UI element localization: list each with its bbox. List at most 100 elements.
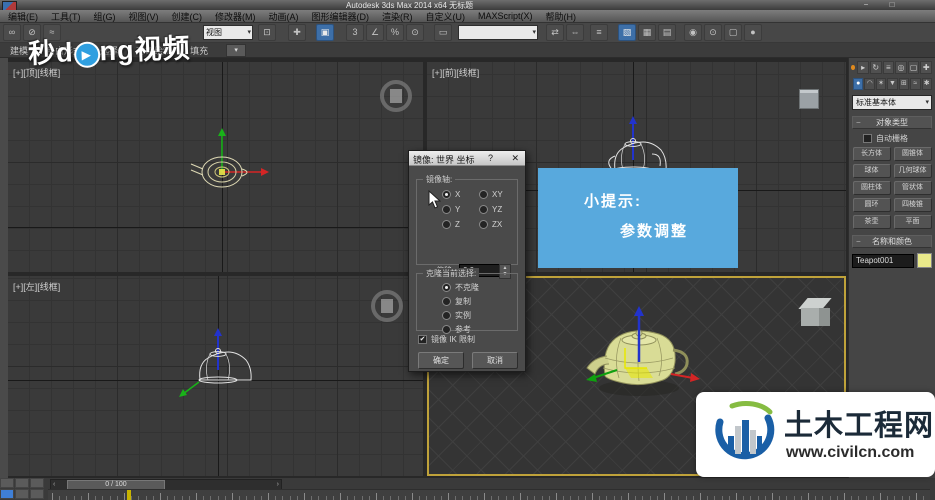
teapot-top-view[interactable] <box>167 122 277 222</box>
primitive-button[interactable]: 平面 <box>893 215 932 229</box>
menu-item[interactable]: 自定义(U) <box>426 10 466 23</box>
rendered-frame-icon[interactable]: ▢ <box>724 24 742 41</box>
layout-cell[interactable] <box>15 478 29 488</box>
percent-snap-icon[interactable]: % <box>386 24 404 41</box>
layout-cell-active[interactable] <box>0 489 14 499</box>
material-editor-icon[interactable]: ◉ <box>684 24 702 41</box>
align-icon[interactable]: ⇔ <box>566 24 584 41</box>
reference-coordinate-dropdown[interactable]: 视图 ▾ <box>203 25 253 40</box>
viewport-layout-buttons[interactable] <box>0 478 44 499</box>
ribbon-tab[interactable]: 建模 <box>10 44 28 57</box>
cancel-button[interactable]: 取消 <box>472 352 518 369</box>
viewcube-icon[interactable] <box>371 290 403 322</box>
clone-option-radio[interactable]: 实例 <box>442 310 471 321</box>
primitive-category-dropdown[interactable]: 标准基本体 ▾ <box>852 95 932 110</box>
select-and-move-icon[interactable]: ✚ <box>288 24 306 41</box>
clone-option-radio[interactable]: 不克隆 <box>442 282 479 293</box>
primitive-button[interactable]: 几何球体 <box>893 164 932 178</box>
hierarchy-tab-icon[interactable]: ≡ <box>882 61 895 74</box>
name-color-rollout[interactable]: − 名称和颜色 <box>852 235 932 248</box>
create-tab-icon[interactable]: ▸ <box>857 61 869 74</box>
graphite-ribbon-toggle-icon[interactable]: ▧ <box>618 24 636 41</box>
viewcube-icon[interactable] <box>798 298 833 328</box>
layout-cell[interactable] <box>15 489 29 499</box>
mirror-plane-radio-yz[interactable]: YZ <box>479 205 502 214</box>
primitive-button[interactable]: 球体 <box>852 164 891 178</box>
select-and-link-icon[interactable]: ∞ <box>3 24 21 41</box>
mirror-plane-radio-zx[interactable]: ZX <box>479 220 502 229</box>
teapot-left-view[interactable] <box>173 318 263 408</box>
mirror-ik-checkbox[interactable]: ✔ <box>418 335 427 344</box>
viewcube-icon[interactable] <box>799 89 819 109</box>
select-and-manipulate-icon[interactable]: ▣ <box>316 24 334 41</box>
menu-item[interactable]: 创建(C) <box>172 10 203 23</box>
maximize-button[interactable]: □ <box>879 0 905 9</box>
menu-item[interactable]: 视图(V) <box>129 10 159 23</box>
mirror-icon[interactable]: ⇄ <box>546 24 564 41</box>
mirror-axis-radio-z[interactable]: Z <box>442 220 460 229</box>
minimize-button[interactable]: − <box>853 0 879 9</box>
viewport-left-label[interactable]: [+][左][线框] <box>13 280 60 293</box>
object-type-rollout[interactable]: − 对象类型 <box>852 116 932 129</box>
viewport-left[interactable]: [+][左][线框] <box>8 276 423 476</box>
menu-item[interactable]: MAXScript(X) <box>478 11 533 21</box>
modify-tab-icon[interactable]: ↻ <box>869 61 882 74</box>
spacewarps-icon[interactable]: ≈ <box>910 78 921 90</box>
primitive-button[interactable]: 四棱锥 <box>893 198 932 212</box>
primitive-button[interactable]: 长方体 <box>852 147 891 161</box>
autogrid-checkbox[interactable] <box>863 134 872 143</box>
render-setup-icon[interactable]: ⊙ <box>704 24 722 41</box>
spinner-snap-icon[interactable]: ⊙ <box>406 24 424 41</box>
lights-icon[interactable]: ✶ <box>875 78 887 90</box>
viewcube-icon[interactable] <box>380 80 412 112</box>
primitive-button[interactable]: 管状体 <box>893 181 932 195</box>
help-icon[interactable]: ? <box>488 153 493 163</box>
track-bar-ruler[interactable] <box>48 489 930 500</box>
render-production-icon[interactable]: ● <box>744 24 762 41</box>
curve-editor-icon[interactable]: ▦ <box>638 24 656 41</box>
mirror-axis-radio-y[interactable]: Y <box>442 205 460 214</box>
viewport-front-label[interactable]: [+][前][线框] <box>432 66 479 79</box>
menu-item[interactable]: 编辑(E) <box>8 10 38 23</box>
use-pivot-center-icon[interactable]: ⊡ <box>258 24 276 41</box>
ribbon-tab[interactable]: 填充 <box>190 44 208 57</box>
menu-item[interactable]: 工具(T) <box>51 10 81 23</box>
angle-snap-icon[interactable]: ∠ <box>366 24 384 41</box>
systems-icon[interactable]: ✱ <box>921 78 932 90</box>
primitive-button[interactable]: 圆锥体 <box>893 147 932 161</box>
layer-manager-icon[interactable]: ≡ <box>590 24 608 41</box>
snap-toggle-3d-icon[interactable]: 3 <box>346 24 364 41</box>
geometry-icon[interactable]: ● <box>853 78 864 90</box>
display-tab-icon[interactable]: ▢ <box>907 61 920 74</box>
schematic-view-icon[interactable]: ▤ <box>658 24 676 41</box>
ok-button[interactable]: 确定 <box>418 352 464 369</box>
menu-item[interactable]: 渲染(R) <box>382 10 413 23</box>
object-color-swatch[interactable] <box>917 253 932 268</box>
edit-named-selection-icon[interactable]: ▭ <box>434 24 452 41</box>
ribbon-dropdown[interactable]: ▾ <box>226 43 247 57</box>
primitive-button[interactable]: 圆环 <box>852 198 891 212</box>
helpers-icon[interactable]: ⊞ <box>898 78 910 90</box>
mirror-plane-radio-xy[interactable]: XY <box>479 190 503 199</box>
menu-item[interactable]: 组(G) <box>94 10 116 23</box>
layout-cell[interactable] <box>0 478 14 488</box>
dialog-title-bar[interactable]: 镜像: 世界 坐标 ? ✕ <box>409 151 525 166</box>
menu-item[interactable]: 帮助(H) <box>546 10 577 23</box>
object-name-field[interactable]: Teapot001 <box>852 253 914 268</box>
mirror-axis-radio-x[interactable]: X <box>442 190 460 199</box>
primitive-button[interactable]: 圆柱体 <box>852 181 891 195</box>
viewport-top[interactable]: [+][顶][线框] <box>8 62 423 272</box>
shapes-icon[interactable]: ◠ <box>864 78 875 90</box>
menu-item[interactable]: 修改器(M) <box>215 10 256 23</box>
cameras-icon[interactable]: ▼ <box>887 78 898 90</box>
teapot-perspective[interactable] <box>567 292 717 412</box>
utilities-tab-icon[interactable]: ✚ <box>920 61 933 74</box>
named-selection-dropdown[interactable]: ▾ <box>458 25 538 40</box>
primitive-button[interactable]: 茶壶 <box>852 215 891 229</box>
menu-item[interactable]: 图形编辑器(D) <box>312 10 370 23</box>
close-icon[interactable]: ✕ <box>511 153 519 164</box>
menu-item[interactable]: 动画(A) <box>269 10 299 23</box>
layout-cell[interactable] <box>30 489 44 499</box>
logo-url[interactable]: www.civilcn.com <box>786 444 914 462</box>
motion-tab-icon[interactable]: ◎ <box>895 61 907 74</box>
